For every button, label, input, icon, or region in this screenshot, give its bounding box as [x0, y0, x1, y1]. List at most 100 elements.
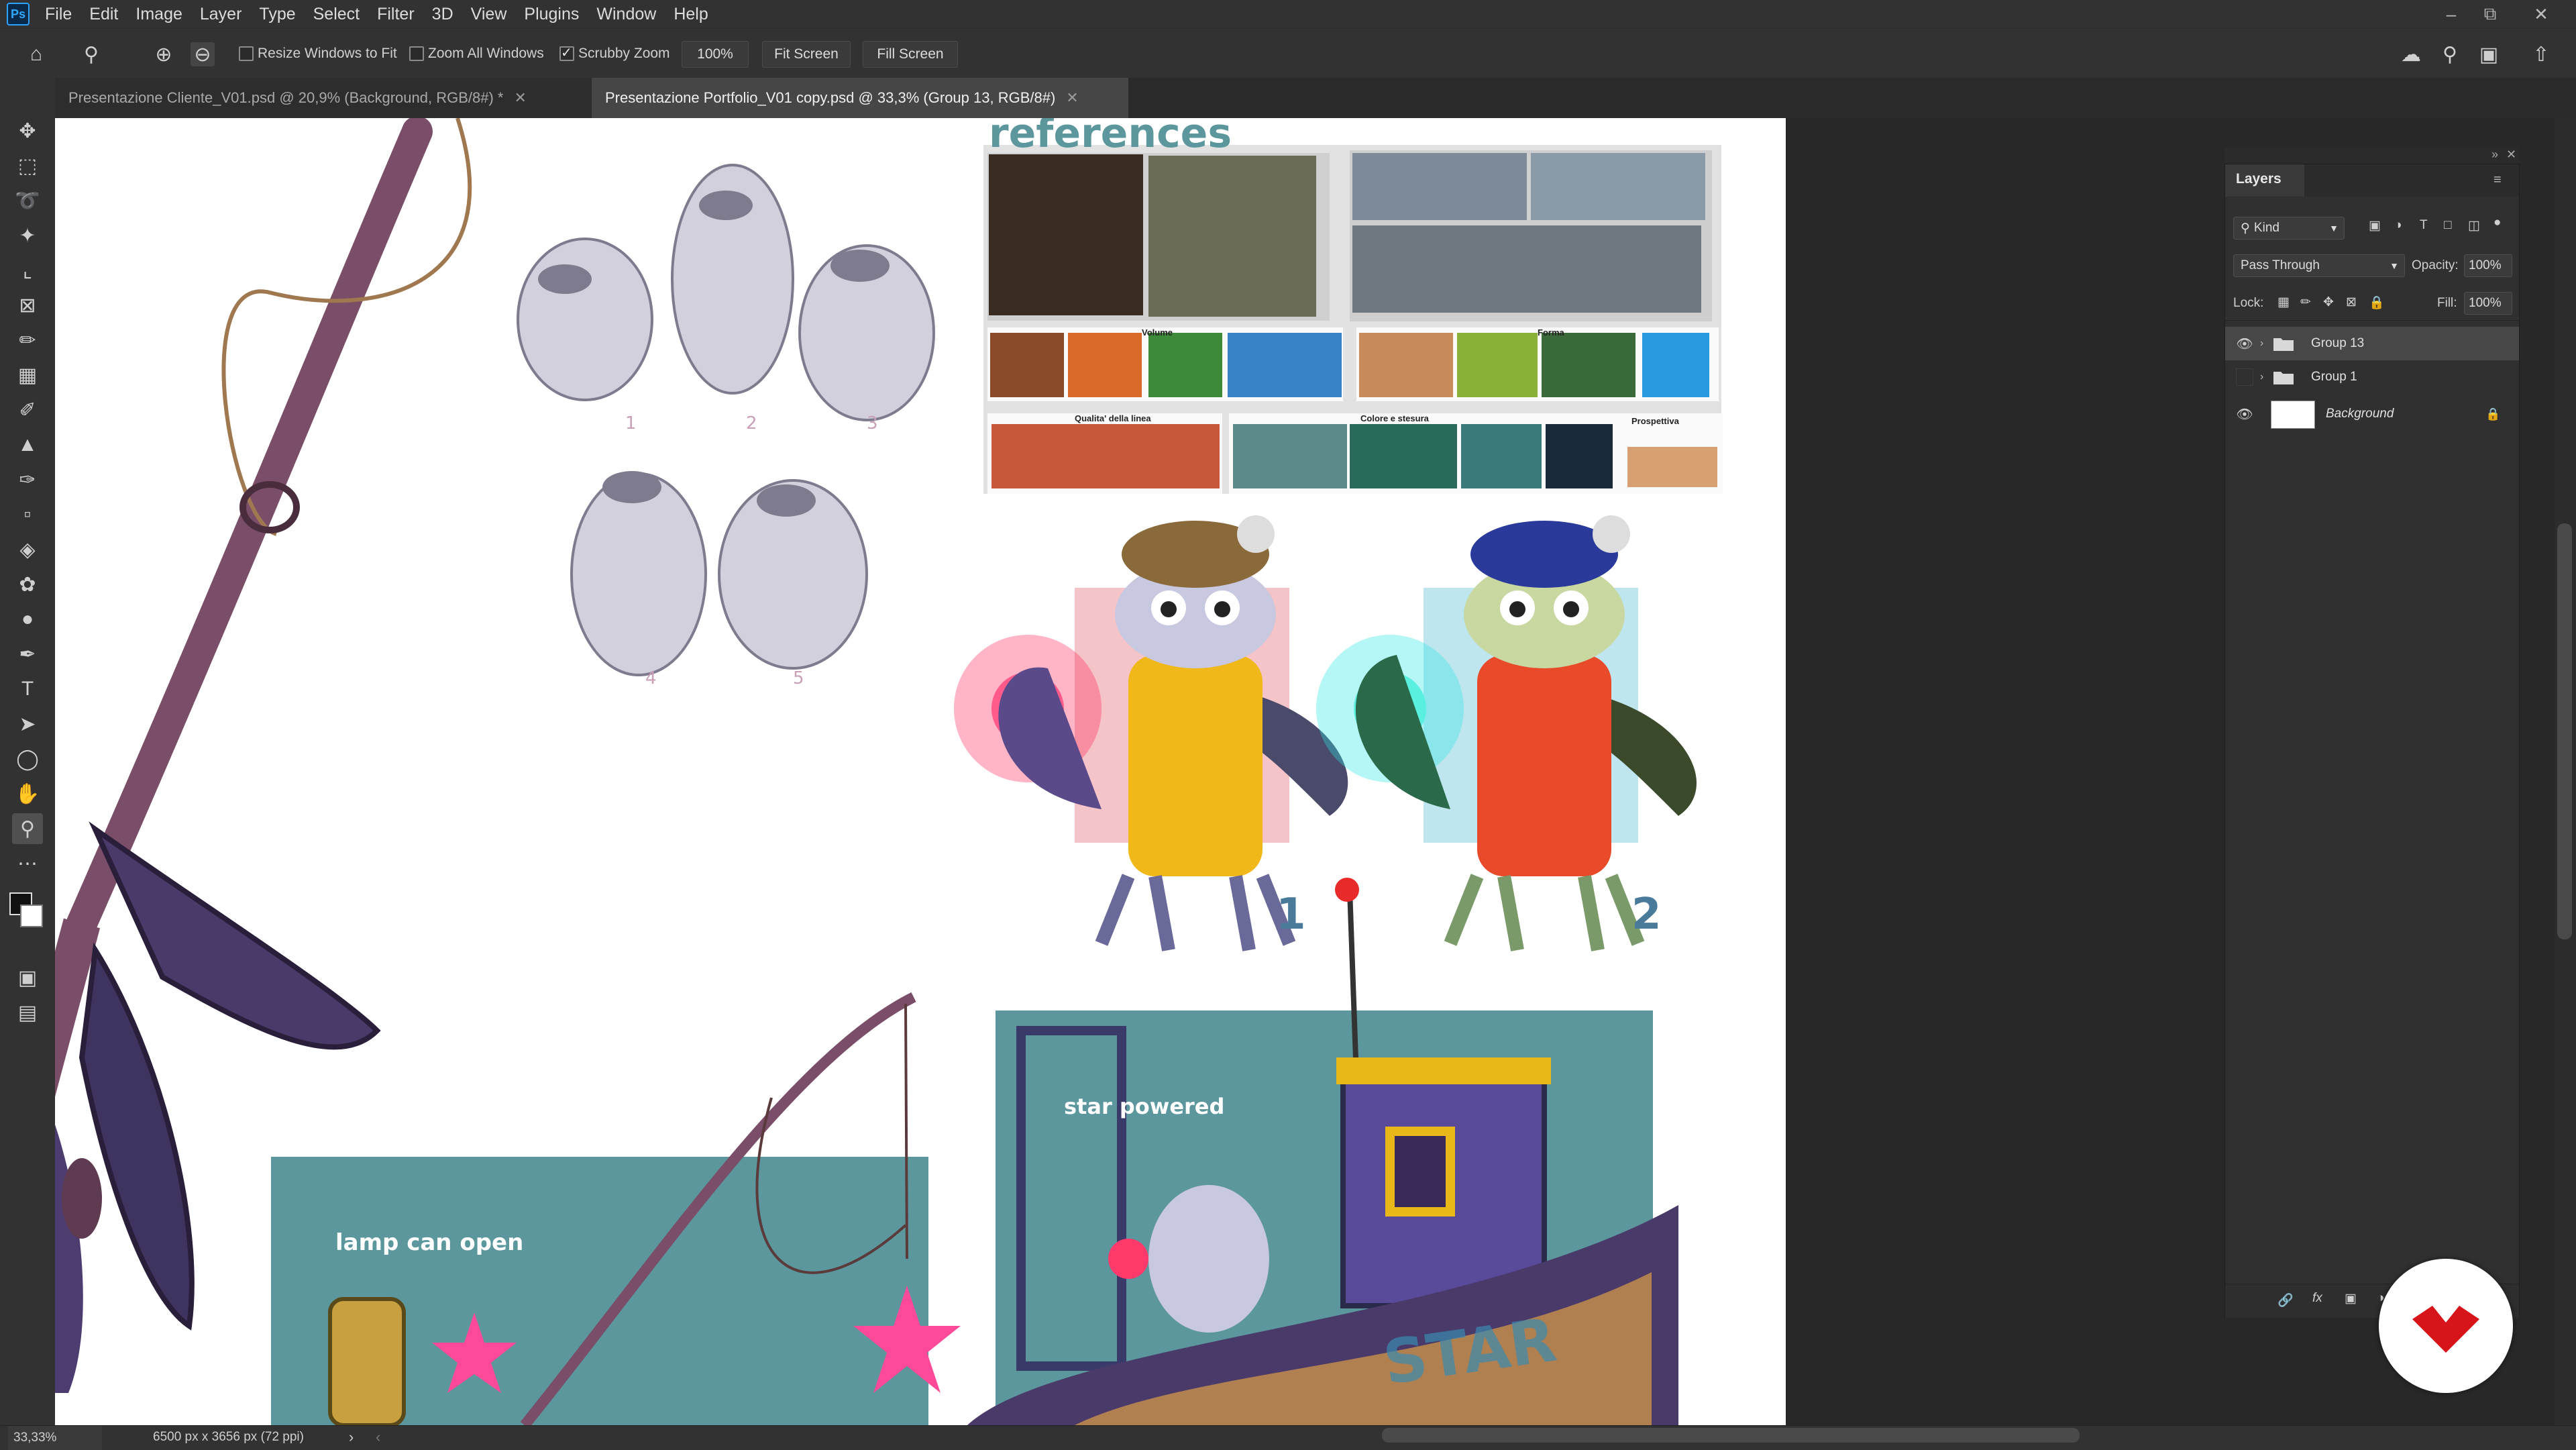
close-panel-icon[interactable]: ✕	[2506, 148, 2516, 162]
filter-kind-dropdown[interactable]: ⚲ Kind ▼	[2233, 217, 2345, 240]
quick-mask-icon[interactable]: ▣	[12, 962, 43, 993]
scroll-left-icon[interactable]: ‹	[376, 1429, 380, 1446]
photoshop-logo[interactable]: Ps	[7, 3, 30, 25]
scrubby-zoom-checkbox[interactable]	[559, 44, 574, 61]
close-tab-icon[interactable]: ✕	[1066, 89, 1078, 107]
menu-file[interactable]: File	[36, 5, 80, 24]
crop-tool-icon[interactable]: ⌞	[12, 255, 43, 286]
tab-presentazione-cliente[interactable]: Presentazione Cliente_V01.psd @ 20,9% (B…	[55, 78, 605, 118]
search-icon[interactable]: ⚲	[2438, 42, 2462, 66]
menu-help[interactable]: Help	[665, 5, 716, 24]
menu-type[interactable]: Type	[250, 5, 304, 24]
zoom-out-icon[interactable]: ⊖	[191, 42, 215, 66]
background-color-swatch[interactable]	[20, 904, 43, 927]
marquee-tool-icon[interactable]: ⬚	[12, 150, 43, 181]
menu-edit[interactable]: Edit	[80, 5, 127, 24]
lock-image-icon[interactable]: ✏	[2300, 295, 2311, 310]
brand-badge	[2379, 1259, 2513, 1393]
blend-mode-dropdown[interactable]: Pass Through ▼	[2233, 254, 2405, 277]
filter-pixel-icon[interactable]: ▣	[2369, 218, 2381, 234]
tab-presentazione-portfolio[interactable]: Presentazione Portfolio_V01 copy.psd @ 3…	[592, 78, 1128, 118]
more-tools-icon[interactable]: ⋯	[12, 848, 43, 879]
dodge-tool-icon[interactable]: ●	[12, 604, 43, 635]
lasso-tool-icon[interactable]: ➰	[12, 185, 43, 216]
menu-3d[interactable]: 3D	[423, 5, 462, 24]
magic-wand-icon[interactable]: ✦	[12, 220, 43, 251]
home-icon[interactable]: ⌂	[24, 42, 48, 66]
lock-artboard-icon[interactable]: ⊠	[2346, 295, 2357, 310]
menu-select[interactable]: Select	[305, 5, 368, 24]
paint-bucket-icon[interactable]: ◈	[12, 534, 43, 565]
workspace-icon[interactable]: ▣	[2477, 42, 2501, 66]
fx-icon[interactable]: fx	[2312, 1291, 2322, 1306]
stamp-tool-icon[interactable]: ▲	[12, 429, 43, 460]
filter-shape-icon[interactable]: □	[2444, 218, 2451, 233]
visibility-eye-icon[interactable]: 👁	[2236, 335, 2253, 352]
frame-tool-icon[interactable]: ⊠	[12, 290, 43, 321]
menu-plugins[interactable]: Plugins	[515, 5, 588, 24]
eyedropper-icon[interactable]: ✏	[12, 325, 43, 356]
screen-mode-icon[interactable]: ▤	[12, 997, 43, 1028]
ref-label-forma: Forma	[1538, 327, 1564, 338]
visibility-toggle-empty[interactable]	[2236, 368, 2253, 386]
document-canvas[interactable]: references Volume Forma Qualita' della l…	[55, 118, 1786, 1425]
lock-transparent-icon[interactable]: ▦	[2277, 295, 2290, 310]
fill-input[interactable]: 100%	[2464, 292, 2512, 315]
menu-layer[interactable]: Layer	[191, 5, 251, 24]
fill-screen-button[interactable]: Fill Screen	[863, 41, 958, 68]
layers-tab[interactable]: Layers	[2225, 164, 2304, 197]
blur-tool-icon[interactable]: ✿	[12, 569, 43, 600]
lock-all-icon[interactable]: 🔒	[2369, 295, 2385, 311]
cloud-docs-icon[interactable]: ☁	[2399, 42, 2423, 66]
path-selection-icon[interactable]: ➤	[12, 709, 43, 739]
opacity-input[interactable]: 100%	[2464, 254, 2512, 277]
add-mask-icon[interactable]: ▣	[2345, 1291, 2357, 1306]
expand-chevron-icon[interactable]: ›	[2260, 371, 2263, 383]
menu-image[interactable]: Image	[127, 5, 191, 24]
pen-tool-icon[interactable]: ✒	[12, 639, 43, 670]
menu-window[interactable]: Window	[588, 5, 665, 24]
collapse-panel-icon[interactable]: »	[2491, 148, 2498, 162]
move-tool-icon[interactable]: ✥	[12, 115, 43, 146]
lock-position-icon[interactable]: ✥	[2323, 295, 2334, 310]
type-tool-icon[interactable]: T	[12, 674, 43, 705]
restore-icon[interactable]: ⧉	[2471, 0, 2509, 28]
layer-row-background[interactable]: 👁 Background 🔒	[2225, 394, 2519, 434]
link-layers-icon[interactable]: 🔗	[2277, 1292, 2294, 1308]
zoom-tool-icon[interactable]: ⚲	[12, 813, 43, 844]
filter-smart-object-icon[interactable]: ◫	[2468, 218, 2480, 234]
menu-view[interactable]: View	[462, 5, 516, 24]
close-icon[interactable]: ✕	[2522, 0, 2560, 28]
zoom-in-icon[interactable]: ⊕	[152, 42, 176, 66]
horizontal-scroll-thumb[interactable]	[1382, 1428, 2080, 1443]
ref-label-qualita: Qualita' della linea	[1075, 413, 1151, 423]
filter-toggle-icon[interactable]: ●	[2493, 215, 2501, 230]
ellipse-tool-icon[interactable]: ◯	[12, 743, 43, 774]
filter-adjustment-icon[interactable]: ◑	[2394, 218, 2402, 233]
filter-type-icon[interactable]: T	[2420, 218, 2428, 233]
tools-panel: ✥ ⬚ ➰ ✦ ⌞ ⊠ ✏ ▦ ✐ ▲ ✑ ▫ ◈ ✿ ● ✒ T ➤ ◯ ✋ …	[0, 78, 56, 1425]
healing-brush-icon[interactable]: ▦	[12, 360, 43, 391]
visibility-eye-icon[interactable]: 👁	[2236, 405, 2253, 423]
share-icon[interactable]: ⇧	[2529, 42, 2553, 66]
status-menu-chevron-icon[interactable]: ›	[349, 1429, 354, 1446]
zoom-level[interactable]: 33,33%	[8, 1426, 102, 1450]
hand-tool-icon[interactable]: ✋	[12, 778, 43, 809]
minimize-icon[interactable]: –	[2432, 0, 2470, 28]
panel-menu-icon[interactable]: ≡	[2493, 172, 2502, 188]
close-tab-icon[interactable]: ✕	[514, 89, 526, 107]
zoom-tool-preset-icon[interactable]: ⚲	[79, 42, 103, 66]
resize-windows-checkbox[interactable]	[239, 46, 254, 61]
canvas-area[interactable]: references Volume Forma Qualita' della l…	[55, 118, 2576, 1425]
brush-tool-icon[interactable]: ✐	[12, 395, 43, 425]
history-brush-icon[interactable]: ✑	[12, 464, 43, 495]
zoom-100-button[interactable]: 100%	[682, 41, 749, 68]
vertical-scroll-thumb[interactable]	[2557, 523, 2572, 939]
layer-row-group-13[interactable]: 👁 › Group 13	[2225, 327, 2519, 360]
zoom-all-windows-checkbox[interactable]	[409, 46, 424, 61]
eraser-icon[interactable]: ▫	[12, 499, 43, 530]
menu-filter[interactable]: Filter	[368, 5, 423, 24]
layer-row-group-1[interactable]: › Group 1	[2225, 360, 2519, 394]
fit-screen-button[interactable]: Fit Screen	[762, 41, 851, 68]
expand-chevron-icon[interactable]: ›	[2260, 338, 2263, 350]
